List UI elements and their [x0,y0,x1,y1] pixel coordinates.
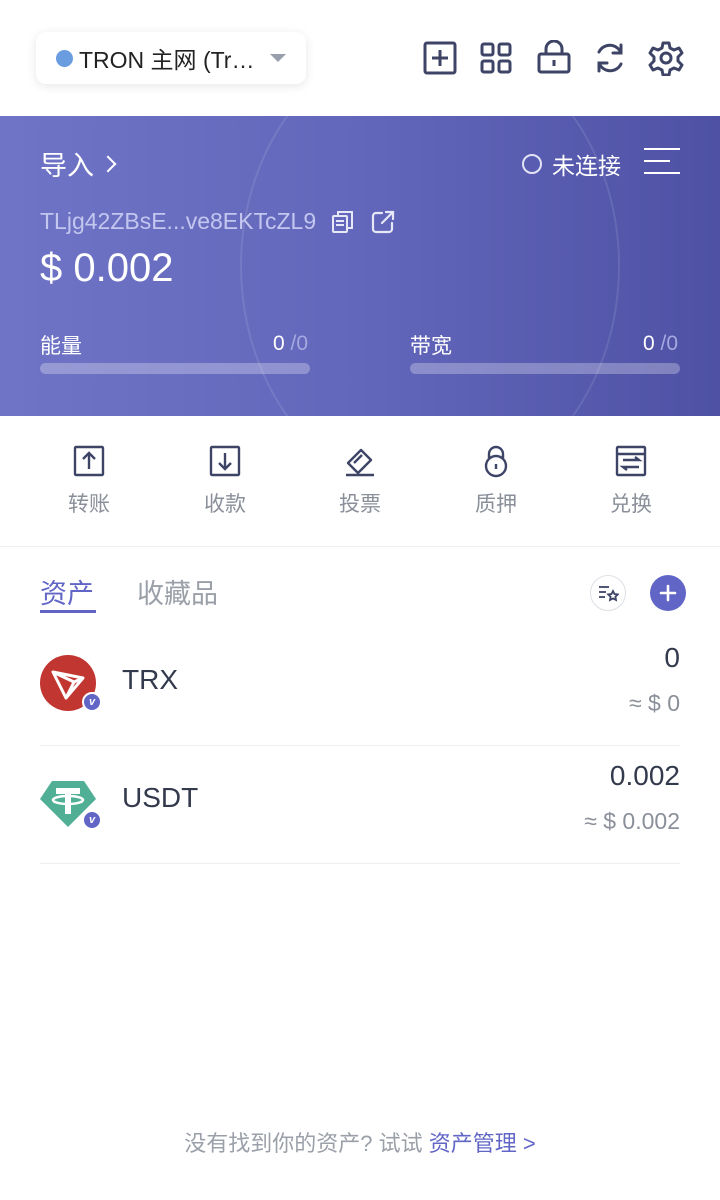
token-symbol: TRX [122,664,178,695]
chevron-right-icon [99,155,117,172]
copy-icon[interactable] [330,209,356,235]
swap-label: 兑换 [610,493,652,516]
token-amount: 0.002 [609,760,680,791]
vote-action[interactable]: 投票 [310,444,410,518]
receive-action[interactable]: 收款 [175,444,275,518]
energy-label: 能量 [40,335,82,358]
lock-icon [484,445,508,478]
receive-label: 收款 [204,493,246,516]
verified-badge-icon: v [82,810,102,830]
total-balance: $ 0.002 [40,246,174,290]
swap-icon [615,445,647,477]
network-status-dot [56,49,73,67]
plus-icon [659,584,677,602]
bandwidth-value: 0 /0 [642,332,678,355]
list-star-icon [599,586,619,602]
verified-badge-icon: v [82,692,102,712]
token-amount: 0 [664,642,680,673]
external-link-icon[interactable] [370,209,396,235]
bandwidth-label: 带宽 [410,335,452,358]
energy-value: 0 /0 [272,332,308,355]
quick-actions: 转账 收款 投票 质押 兑换 [0,416,720,547]
token-row-usdt[interactable]: v USDT 0.002 ≈ $ 0.002 [40,746,680,864]
hint-text: 没有找到你的资产? 试试 [184,1131,429,1156]
token-usd-value: ≈ $ 0 [629,690,680,716]
token-usd-value: ≈ $ 0.002 [584,808,680,834]
sort-favorites-button[interactable] [590,575,626,611]
token-symbol: USDT [122,782,199,813]
add-token-button[interactable] [650,575,686,611]
refresh-icon[interactable] [590,38,630,78]
asset-management-hint: 没有找到你的资产? 试试 资产管理 > [0,1126,720,1158]
tab-collectibles[interactable]: 收藏品 [137,572,218,611]
bandwidth-progress-bar [410,363,680,374]
vote-label: 投票 [339,493,381,516]
stake-label: 质押 [475,493,517,516]
active-tab-indicator [40,610,96,613]
menu-icon[interactable] [644,148,680,174]
apps-grid-icon[interactable] [476,38,516,78]
add-square-icon[interactable] [420,38,460,78]
asset-management-link[interactable]: 资产管理 > [429,1131,536,1156]
wallet-lock-icon[interactable] [534,38,574,78]
stake-action[interactable]: 质押 [446,444,546,518]
swap-action[interactable]: 兑换 [581,444,681,518]
account-card: 导入 未连接 TLjg42ZBsE...ve8EKTcZL9 $ 0.002 能… [0,116,720,416]
receive-icon [209,445,241,477]
network-label: TRON 主网 (Tr… [79,47,255,73]
connection-status-label: 未连接 [552,153,621,179]
connection-dot-icon [522,154,542,174]
energy-resource: 能量 0 /0 [40,330,310,374]
gear-icon[interactable] [646,38,686,78]
wallet-address: TLjg42ZBsE...ve8EKTcZL9 [40,208,317,234]
bandwidth-resource: 带宽 0 /0 [410,330,680,374]
tab-assets[interactable]: 资产 [40,572,94,611]
connection-status[interactable]: 未连接 [522,147,621,181]
token-row-trx[interactable]: v TRX 0 ≈ $ 0 [40,628,680,746]
transfer-label: 转账 [68,493,110,516]
network-selector[interactable]: TRON 主网 (Tr… [36,32,306,84]
import-button[interactable]: 导入 [40,144,117,183]
import-label: 导入 [40,151,94,181]
caret-down-icon [270,54,286,62]
wallet-address-row: TLjg42ZBsE...ve8EKTcZL9 [40,208,396,235]
energy-progress-bar [40,363,310,374]
transfer-out-icon [73,445,105,477]
top-bar: TRON 主网 (Tr… [0,0,720,116]
transfer-action[interactable]: 转账 [39,444,139,518]
vote-icon [346,448,374,477]
